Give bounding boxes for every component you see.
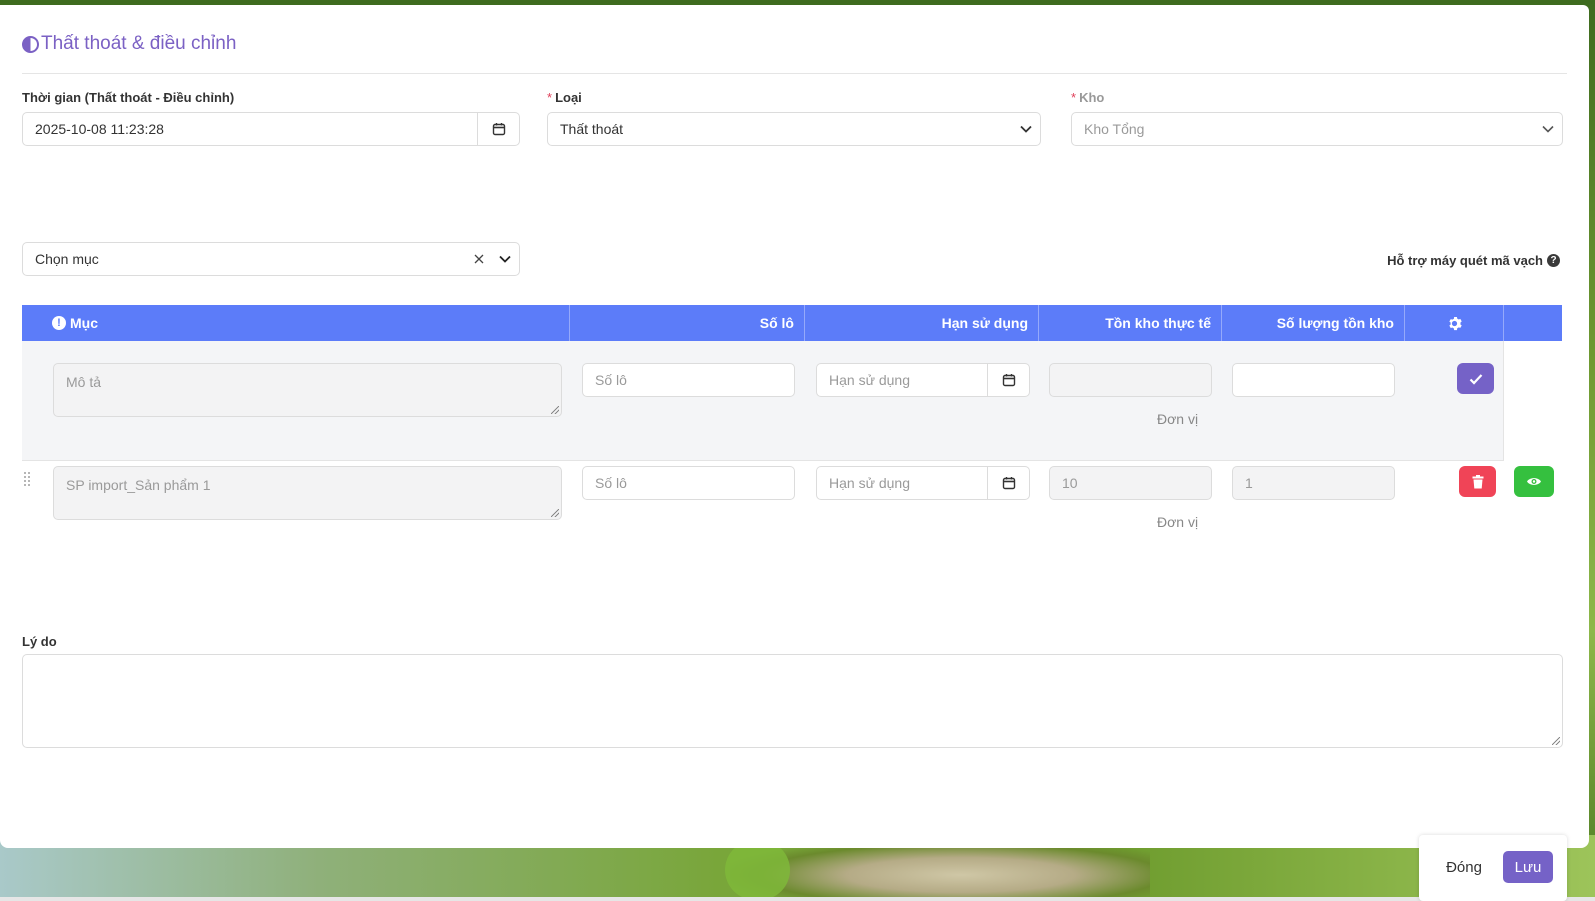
type-label: * Loại (547, 90, 582, 105)
column-quantity-label: Số lượng tồn kho (1276, 315, 1394, 331)
type-value: Thất thoát (560, 121, 624, 137)
description-placeholder: Mô tả (66, 374, 102, 390)
item-actual-stock-field: 10 (1049, 466, 1212, 500)
new-actual-stock-field (1049, 363, 1212, 397)
item-picker[interactable]: Chọn mục (22, 242, 520, 276)
type-label-text: Loại (555, 90, 582, 105)
calendar-icon[interactable] (987, 364, 1029, 396)
half-circle-icon (22, 35, 39, 53)
new-lot-field[interactable]: Số lô (582, 363, 795, 397)
view-button[interactable] (1514, 466, 1554, 497)
type-select[interactable]: Thất thoát (547, 112, 1041, 146)
clear-icon[interactable] (467, 254, 491, 264)
time-field[interactable]: 2025-10-08 11:23:28 (22, 112, 520, 146)
item-expiry-field[interactable]: Hạn sử dụng (816, 466, 1030, 500)
new-unit-label: Đơn vị (1157, 411, 1199, 427)
background-photo-subject (730, 840, 1150, 901)
chevron-down-icon[interactable] (491, 255, 519, 263)
question-circle-icon[interactable]: ? (1547, 254, 1560, 267)
column-settings[interactable] (1405, 305, 1504, 341)
warehouse-label-text: Kho (1079, 90, 1105, 105)
scanner-help-label: Hỗ trợ máy quét mã vạch (1387, 253, 1543, 268)
item-name: SP import_Sản phẩm 1 (66, 477, 211, 493)
bottom-strip (0, 897, 1595, 901)
time-value: 2025-10-08 11:23:28 (35, 121, 164, 137)
warehouse-label: * Kho (1071, 90, 1104, 105)
close-button[interactable]: Đóng (1432, 851, 1496, 883)
expiry-placeholder: Hạn sử dụng (829, 372, 910, 388)
column-quantity: Số lượng tồn kho (1222, 305, 1405, 341)
gear-icon[interactable] (1447, 316, 1462, 331)
column-actual-stock-label: Tồn kho thực tế (1105, 315, 1211, 331)
resize-grip-icon[interactable] (1552, 737, 1560, 745)
confirm-button[interactable] (1457, 363, 1494, 394)
row-tail (1503, 341, 1562, 461)
item-unit-label: Đơn vị (1157, 514, 1199, 530)
column-expiry: Hạn sử dụng (805, 305, 1039, 341)
title-divider (22, 73, 1567, 74)
column-lot: Số lô (570, 305, 805, 341)
exclamation-circle-icon: ! (52, 316, 66, 330)
required-mark: * (547, 90, 553, 105)
column-item-label: Mục (70, 315, 98, 331)
new-description-field[interactable]: Mô tả (53, 363, 562, 417)
item-quantity-value: 1 (1245, 475, 1253, 491)
column-extra (1504, 305, 1562, 341)
chevron-down-icon (1534, 125, 1562, 133)
table-header: ! Mục Số lô Hạn sử dụng Tồn kho thực tế … (22, 305, 1562, 341)
resize-grip-icon[interactable] (551, 406, 559, 414)
save-button[interactable]: Lưu (1503, 851, 1553, 883)
trash-icon (1472, 474, 1483, 488)
eye-icon (1527, 478, 1541, 485)
delete-button[interactable] (1459, 466, 1496, 497)
warehouse-value: Kho Tổng (1084, 121, 1145, 137)
item-quantity-field[interactable]: 1 (1232, 466, 1395, 500)
warehouse-select[interactable]: Kho Tổng (1071, 112, 1563, 146)
item-lot-field[interactable]: Số lô (582, 466, 795, 500)
lot-placeholder: Số lô (595, 372, 627, 388)
item-lot-placeholder: Số lô (595, 475, 627, 491)
scanner-help[interactable]: Hỗ trợ máy quét mã vạch ? (1387, 253, 1560, 268)
drag-handle-icon[interactable] (23, 471, 31, 487)
background-photo-sprout (725, 840, 790, 900)
modal-title-text: Thất thoát & điều chỉnh (41, 33, 237, 54)
column-expiry-label: Hạn sử dụng (941, 315, 1028, 331)
check-icon (1469, 373, 1482, 385)
calendar-icon[interactable] (477, 113, 519, 145)
item-actual-stock-value: 10 (1062, 475, 1078, 491)
reason-label: Lý do (22, 634, 57, 649)
column-actual-stock: Tồn kho thực tế (1039, 305, 1222, 341)
column-item: ! Mục (22, 305, 570, 341)
modal-title: Thất thoát & điều chỉnh (22, 31, 236, 57)
new-quantity-field[interactable] (1232, 363, 1395, 397)
calendar-icon[interactable] (987, 467, 1029, 499)
item-picker-value: Chọn mục (35, 251, 99, 267)
item-expiry-placeholder: Hạn sử dụng (829, 475, 910, 491)
item-description-field: SP import_Sản phẩm 1 (53, 466, 562, 520)
reason-textarea[interactable] (22, 654, 1563, 748)
resize-grip-icon[interactable] (551, 509, 559, 517)
column-lot-label: Số lô (759, 315, 794, 331)
loss-adjustment-modal: Thất thoát & điều chỉnh Thời gian (Thất … (0, 5, 1589, 848)
required-mark: * (1071, 90, 1077, 105)
time-label: Thời gian (Thất thoát - Điều chỉnh) (22, 90, 235, 105)
chevron-down-icon (1012, 125, 1040, 133)
new-expiry-field[interactable]: Hạn sử dụng (816, 363, 1030, 397)
